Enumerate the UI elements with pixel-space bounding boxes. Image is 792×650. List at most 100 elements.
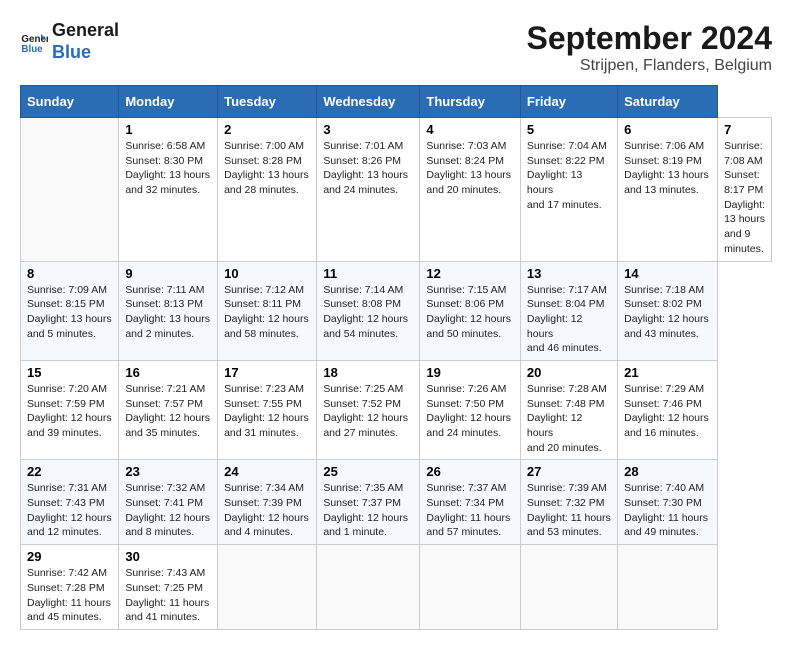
- day-number: 12: [426, 266, 514, 281]
- day-header-friday: Friday: [520, 86, 617, 118]
- page-header: General Blue General Blue September 2024…: [20, 20, 772, 75]
- logo-icon: General Blue: [20, 28, 48, 56]
- svg-text:Blue: Blue: [21, 43, 43, 54]
- day-info: Sunrise: 7:04 AMSunset: 8:22 PMDaylight:…: [527, 139, 611, 212]
- calendar-day-cell: 18 Sunrise: 7:25 AMSunset: 7:52 PMDayligh…: [317, 360, 420, 459]
- day-number: 1: [125, 122, 211, 137]
- day-info: Sunrise: 7:42 AMSunset: 7:28 PMDaylight:…: [27, 566, 112, 625]
- day-header-saturday: Saturday: [618, 86, 718, 118]
- day-info: Sunrise: 7:26 AMSunset: 7:50 PMDaylight:…: [426, 382, 514, 441]
- calendar-day-cell: 14 Sunrise: 7:18 AMSunset: 8:02 PMDayligh…: [618, 261, 718, 360]
- day-header-wednesday: Wednesday: [317, 86, 420, 118]
- day-number: 18: [323, 365, 413, 380]
- day-number: 4: [426, 122, 514, 137]
- month-title: September 2024: [527, 20, 772, 57]
- day-info: Sunrise: 7:15 AMSunset: 8:06 PMDaylight:…: [426, 283, 514, 342]
- calendar-day-cell: 30 Sunrise: 7:43 AMSunset: 7:25 PMDayligh…: [119, 545, 218, 630]
- day-info: Sunrise: 7:35 AMSunset: 7:37 PMDaylight:…: [323, 481, 413, 540]
- calendar-day-cell: 3 Sunrise: 7:01 AMSunset: 8:26 PMDaylight…: [317, 118, 420, 262]
- day-info: Sunrise: 7:37 AMSunset: 7:34 PMDaylight:…: [426, 481, 514, 540]
- day-number: 30: [125, 549, 211, 564]
- calendar-day-cell: [218, 545, 317, 630]
- calendar-week-3: 22Sunrise: 7:31 AMSunset: 7:43 PMDayligh…: [21, 460, 772, 545]
- day-info: Sunrise: 7:14 AMSunset: 8:08 PMDaylight:…: [323, 283, 413, 342]
- day-header-thursday: Thursday: [420, 86, 521, 118]
- day-number: 17: [224, 365, 310, 380]
- day-number: 25: [323, 464, 413, 479]
- day-header-tuesday: Tuesday: [218, 86, 317, 118]
- calendar-table: SundayMondayTuesdayWednesdayThursdayFrid…: [20, 85, 772, 630]
- day-info: Sunrise: 7:01 AMSunset: 8:26 PMDaylight:…: [323, 139, 413, 198]
- day-number: 13: [527, 266, 611, 281]
- calendar-day-cell: 21 Sunrise: 7:29 AMSunset: 7:46 PMDayligh…: [618, 360, 718, 459]
- day-info: Sunrise: 7:17 AMSunset: 8:04 PMDaylight:…: [527, 283, 611, 356]
- day-number: 10: [224, 266, 310, 281]
- calendar-week-2: 15Sunrise: 7:20 AMSunset: 7:59 PMDayligh…: [21, 360, 772, 459]
- calendar-header-row: SundayMondayTuesdayWednesdayThursdayFrid…: [21, 86, 772, 118]
- day-info: Sunrise: 7:32 AMSunset: 7:41 PMDaylight:…: [125, 481, 211, 540]
- calendar-day-cell: 1 Sunrise: 6:58 AMSunset: 8:30 PMDaylight…: [119, 118, 218, 262]
- day-number: 19: [426, 365, 514, 380]
- calendar-day-cell: 7 Sunrise: 7:08 AMSunset: 8:17 PMDaylight…: [718, 118, 772, 262]
- day-number: 16: [125, 365, 211, 380]
- day-number: 27: [527, 464, 611, 479]
- day-number: 23: [125, 464, 211, 479]
- day-info: Sunrise: 7:34 AMSunset: 7:39 PMDaylight:…: [224, 481, 310, 540]
- day-number: 15: [27, 365, 112, 380]
- calendar-day-cell: 15Sunrise: 7:20 AMSunset: 7:59 PMDayligh…: [21, 360, 119, 459]
- logo-blue: Blue: [52, 42, 119, 64]
- day-info: Sunrise: 7:18 AMSunset: 8:02 PMDaylight:…: [624, 283, 711, 342]
- day-info: Sunrise: 7:43 AMSunset: 7:25 PMDaylight:…: [125, 566, 211, 625]
- calendar-day-cell: [520, 545, 617, 630]
- location-title: Strijpen, Flanders, Belgium: [527, 57, 772, 75]
- day-number: 2: [224, 122, 310, 137]
- day-number: 14: [624, 266, 711, 281]
- day-header-sunday: Sunday: [21, 86, 119, 118]
- calendar-day-cell: 19 Sunrise: 7:26 AMSunset: 7:50 PMDayligh…: [420, 360, 521, 459]
- day-number: 9: [125, 266, 211, 281]
- day-number: 11: [323, 266, 413, 281]
- calendar-day-cell: 23 Sunrise: 7:32 AMSunset: 7:41 PMDayligh…: [119, 460, 218, 545]
- day-number: 5: [527, 122, 611, 137]
- day-info: Sunrise: 7:25 AMSunset: 7:52 PMDaylight:…: [323, 382, 413, 441]
- day-info: Sunrise: 7:23 AMSunset: 7:55 PMDaylight:…: [224, 382, 310, 441]
- calendar-day-cell: 4Sunrise: 7:03 AMSunset: 8:24 PMDaylight…: [420, 118, 521, 262]
- day-number: 21: [624, 365, 711, 380]
- day-number: 26: [426, 464, 514, 479]
- calendar-day-cell: 9 Sunrise: 7:11 AMSunset: 8:13 PMDaylight…: [119, 261, 218, 360]
- calendar-day-cell: 24 Sunrise: 7:34 AMSunset: 7:39 PMDayligh…: [218, 460, 317, 545]
- calendar-day-cell: 26 Sunrise: 7:37 AMSunset: 7:34 PMDayligh…: [420, 460, 521, 545]
- calendar-day-cell: 17 Sunrise: 7:23 AMSunset: 7:55 PMDayligh…: [218, 360, 317, 459]
- day-number: 24: [224, 464, 310, 479]
- day-info: Sunrise: 7:12 AMSunset: 8:11 PMDaylight:…: [224, 283, 310, 342]
- day-info: Sunrise: 7:29 AMSunset: 7:46 PMDaylight:…: [624, 382, 711, 441]
- calendar-day-cell: 5 Sunrise: 7:04 AMSunset: 8:22 PMDaylight…: [520, 118, 617, 262]
- day-info: Sunrise: 7:08 AMSunset: 8:17 PMDaylight:…: [724, 139, 765, 257]
- day-info: Sunrise: 7:11 AMSunset: 8:13 PMDaylight:…: [125, 283, 211, 342]
- calendar-week-1: 8 Sunrise: 7:09 AMSunset: 8:15 PMDaylight…: [21, 261, 772, 360]
- calendar-day-cell: 10 Sunrise: 7:12 AMSunset: 8:11 PMDayligh…: [218, 261, 317, 360]
- day-number: 3: [323, 122, 413, 137]
- day-info: Sunrise: 7:39 AMSunset: 7:32 PMDaylight:…: [527, 481, 611, 540]
- day-info: Sunrise: 7:09 AMSunset: 8:15 PMDaylight:…: [27, 283, 112, 342]
- day-info: Sunrise: 7:40 AMSunset: 7:30 PMDaylight:…: [624, 481, 711, 540]
- calendar-day-cell: 20Sunrise: 7:28 AMSunset: 7:48 PMDayligh…: [520, 360, 617, 459]
- day-number: 7: [724, 122, 765, 137]
- day-number: 8: [27, 266, 112, 281]
- logo-general: General: [52, 20, 119, 42]
- calendar-day-cell: 13 Sunrise: 7:17 AMSunset: 8:04 PMDayligh…: [520, 261, 617, 360]
- calendar-day-cell: 6 Sunrise: 7:06 AMSunset: 8:19 PMDaylight…: [618, 118, 718, 262]
- day-number: 29: [27, 549, 112, 564]
- day-info: Sunrise: 6:58 AMSunset: 8:30 PMDaylight:…: [125, 139, 211, 198]
- calendar-day-cell: [420, 545, 521, 630]
- calendar-day-cell: 8 Sunrise: 7:09 AMSunset: 8:15 PMDaylight…: [21, 261, 119, 360]
- day-number: 28: [624, 464, 711, 479]
- day-info: Sunrise: 7:06 AMSunset: 8:19 PMDaylight:…: [624, 139, 711, 198]
- calendar-day-cell: 28 Sunrise: 7:40 AMSunset: 7:30 PMDayligh…: [618, 460, 718, 545]
- calendar-week-4: 29 Sunrise: 7:42 AMSunset: 7:28 PMDayligh…: [21, 545, 772, 630]
- calendar-day-cell: 29 Sunrise: 7:42 AMSunset: 7:28 PMDayligh…: [21, 545, 119, 630]
- day-info: Sunrise: 7:31 AMSunset: 7:43 PMDaylight:…: [27, 481, 112, 540]
- calendar-day-cell: [618, 545, 718, 630]
- day-number: 6: [624, 122, 711, 137]
- calendar-week-0: 1 Sunrise: 6:58 AMSunset: 8:30 PMDaylight…: [21, 118, 772, 262]
